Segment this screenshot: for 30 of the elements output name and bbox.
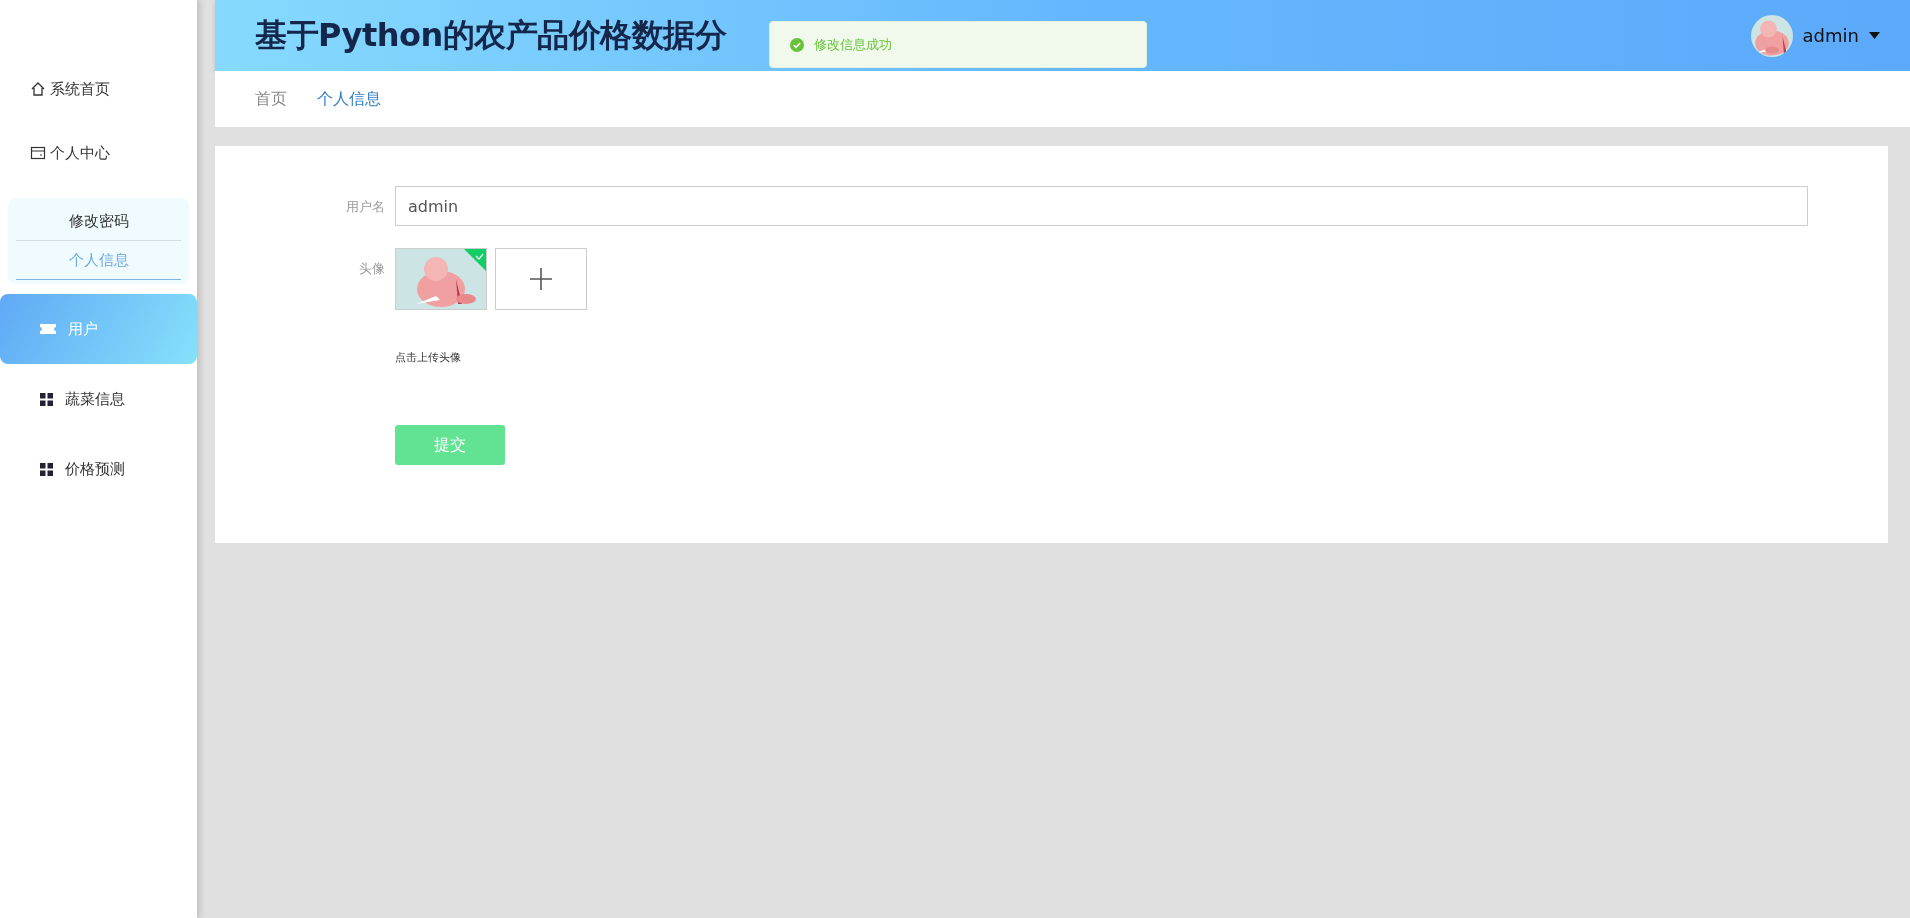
- field-label: 用户名: [345, 198, 385, 216]
- app-title: 基于Python的农产品价格数据分: [255, 14, 727, 56]
- sidebar-item-label: 用户: [68, 319, 98, 339]
- plus-icon: [530, 268, 552, 290]
- sidebar-item[interactable]: 系统首页: [0, 70, 197, 108]
- upload-button[interactable]: [495, 248, 587, 310]
- sidebar-item[interactable]: 蔬菜信息: [0, 364, 197, 434]
- check-circle-icon: [790, 37, 804, 52]
- wallet-icon: [30, 145, 46, 161]
- home-icon: [30, 81, 46, 97]
- user-name[interactable]: admin: [1802, 25, 1859, 46]
- grid-icon: [40, 392, 53, 406]
- sidebar-item-label: 系统首页: [50, 79, 110, 99]
- grid-icon: [40, 462, 53, 476]
- sidebar-item-label: 个人中心: [50, 143, 110, 163]
- ticket-icon: [40, 323, 56, 335]
- breadcrumb-link[interactable]: 首页: [255, 88, 287, 110]
- sidebar-item-label: 价格预测: [65, 459, 125, 479]
- uploaded-corner-icon: [464, 249, 486, 271]
- toast-message: 修改信息成功: [814, 35, 892, 54]
- avatar[interactable]: [1750, 14, 1793, 57]
- field-label: 头像: [358, 260, 385, 278]
- sidebar-item[interactable]: 个人中心: [0, 134, 197, 172]
- upload-hint: 点击上传头像: [395, 350, 462, 365]
- username-field[interactable]: admin: [395, 186, 1808, 226]
- caret-icon[interactable]: [1869, 32, 1880, 39]
- breadcrumb-link[interactable]: 个人信息: [317, 88, 381, 110]
- sidebar-item[interactable]: 价格预测: [0, 434, 197, 504]
- sidebar-item-label: 蔬菜信息: [65, 389, 125, 409]
- submenu-item[interactable]: 修改密码: [16, 202, 181, 241]
